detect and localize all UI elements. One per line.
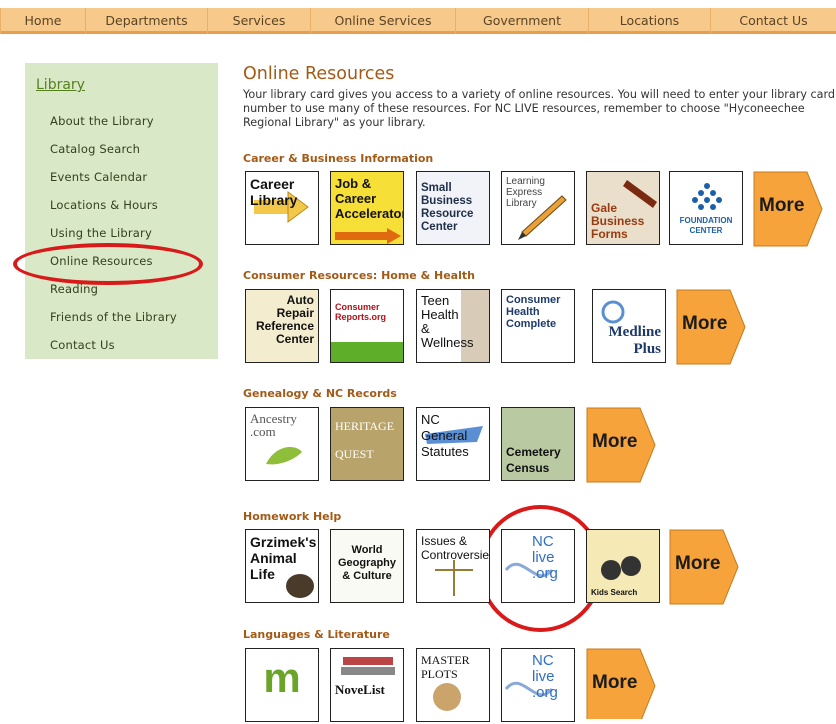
tile-label: Auto Repair Reference Center [255, 293, 314, 346]
nav-item-locations[interactable]: Locations [588, 8, 710, 34]
tile-label: Consumer Health Complete [506, 294, 561, 330]
sidebar-item-using-library[interactable]: Using the Library [50, 226, 152, 240]
tile-nclive-homework[interactable]: NC live .org [501, 529, 575, 603]
category-title-consumer: Consumer Resources: Home & Health [243, 269, 475, 282]
tile-career-library[interactable]: Career Library [245, 171, 319, 245]
sidebar-item-contact-us[interactable]: Contact Us [50, 338, 115, 352]
tile-foundation-center[interactable]: FOUNDATION CENTER [669, 171, 743, 245]
tile-nclive-languages[interactable]: NC live .org [501, 648, 575, 722]
more-label: More [675, 553, 721, 574]
tile-consumer-reports[interactable]: Consumer Reports.org [330, 289, 404, 363]
category-title-genealogy: Genealogy & NC Records [243, 387, 397, 400]
more-button-languages[interactable]: More [586, 648, 656, 724]
tile-masterplots[interactable]: MASTER PLOTS [416, 648, 490, 722]
tile-label: Learning Express Library [506, 176, 545, 209]
tile-label: FOUNDATION CENTER [679, 216, 733, 235]
tile-label: Career Library [250, 176, 298, 208]
sidebar-item-locations-hours[interactable]: Locations & Hours [50, 198, 158, 212]
tile-gale-business-forms[interactable]: Gale Business Forms [586, 171, 660, 245]
tile-world-geography[interactable]: World Geography & Culture [330, 529, 404, 603]
tile-label: NC General Statutes [421, 412, 469, 459]
sidebar-item-reading[interactable]: Reading [50, 282, 98, 296]
tile-label: HERITAGE QUEST [335, 419, 395, 461]
tile-teen-health[interactable]: Teen Health & Wellness [416, 289, 490, 363]
tile-label: Medline Plus [608, 324, 662, 357]
more-label: More [682, 313, 728, 334]
tile-mango-languages[interactable]: m [245, 648, 319, 722]
intro-text: Your library card gives you access to a … [243, 88, 836, 129]
tile-label: NC live .org [532, 652, 558, 701]
tile-small-business[interactable]: Small Business Resource Center [416, 171, 490, 245]
tile-heritage-quest[interactable]: HERITAGE QUEST [330, 407, 404, 481]
sidebar-item-friends[interactable]: Friends of the Library [50, 310, 177, 324]
tile-kids-search[interactable]: Kids Search [586, 529, 660, 603]
tile-nc-general-statutes[interactable]: NC General Statutes [416, 407, 490, 481]
tile-learning-express[interactable]: Learning Express Library [501, 171, 575, 245]
nav-item-online-services[interactable]: Online Services [310, 8, 455, 34]
tile-auto-repair[interactable]: Auto Repair Reference Center [245, 289, 319, 363]
grass-icon [331, 342, 403, 362]
tile-label: NoveList [335, 682, 385, 697]
more-label: More [592, 672, 638, 693]
sidebar-title[interactable]: Library [36, 77, 85, 93]
tile-label: Issues & Controversies [421, 534, 490, 562]
tile-label: Kids Search [591, 588, 638, 597]
category-title-homework: Homework Help [243, 510, 342, 523]
sidebar-item-catalog-search[interactable]: Catalog Search [50, 142, 140, 156]
tile-label: Gale Business Forms [591, 201, 645, 241]
nav-item-government[interactable]: Government [455, 8, 588, 34]
more-button-career[interactable]: More [753, 171, 823, 247]
category-title-languages: Languages & Literature [243, 628, 390, 641]
tile-novelist[interactable]: NoveList [330, 648, 404, 722]
nav-item-services[interactable]: Services [207, 8, 310, 34]
nav-item-contact-us[interactable]: Contact Us [710, 8, 836, 34]
sidebar-item-online-resources[interactable]: Online Resources [50, 254, 153, 268]
tile-label: Small Business Resource Center [421, 182, 474, 233]
tile-medlineplus[interactable]: Medline Plus [592, 289, 666, 363]
tile-label: MASTER PLOTS [421, 653, 470, 681]
sidebar-item-about[interactable]: About the Library [50, 114, 154, 128]
more-button-consumer[interactable]: More [676, 289, 746, 365]
tile-label: World Geography & Culture [337, 544, 397, 582]
more-button-homework[interactable]: More [669, 529, 739, 605]
tile-label: Job & Career Accelerator [335, 176, 404, 221]
tile-label: Teen Health & Wellness [421, 293, 474, 350]
tile-label: Ancestry .com [250, 411, 297, 439]
tile-job-career-accelerator[interactable]: Job & Career Accelerator [330, 171, 404, 245]
tile-label: NC live .org [532, 533, 558, 582]
tile-grzimeks-animal-life[interactable]: Grzimek's Animal Life [245, 529, 319, 603]
tile-consumer-health-complete[interactable]: Consumer Health Complete [501, 289, 575, 363]
top-navigation: Home Departments Services Online Service… [0, 0, 836, 38]
tile-label: Cemetery Census [506, 445, 561, 475]
tile-cemetery-census[interactable]: Cemetery Census [501, 407, 575, 481]
tile-label: Consumer Reports.org [335, 302, 387, 322]
tile-ancestry[interactable]: Ancestry .com [245, 407, 319, 481]
page-title: Online Resources [243, 64, 395, 84]
category-title-career: Career & Business Information [243, 152, 434, 165]
tile-label: Grzimek's Animal Life [250, 534, 317, 582]
tile-issues-controversies[interactable]: Issues & Controversies [416, 529, 490, 603]
nav-item-home[interactable]: Home [0, 8, 85, 34]
more-label: More [592, 431, 638, 452]
more-label: More [759, 195, 805, 216]
tile-label: m [263, 654, 301, 701]
more-button-genealogy[interactable]: More [586, 407, 656, 483]
sidebar: Library About the Library Catalog Search… [25, 63, 218, 359]
sidebar-item-events-calendar[interactable]: Events Calendar [50, 170, 147, 184]
nav-item-departments[interactable]: Departments [85, 8, 207, 34]
